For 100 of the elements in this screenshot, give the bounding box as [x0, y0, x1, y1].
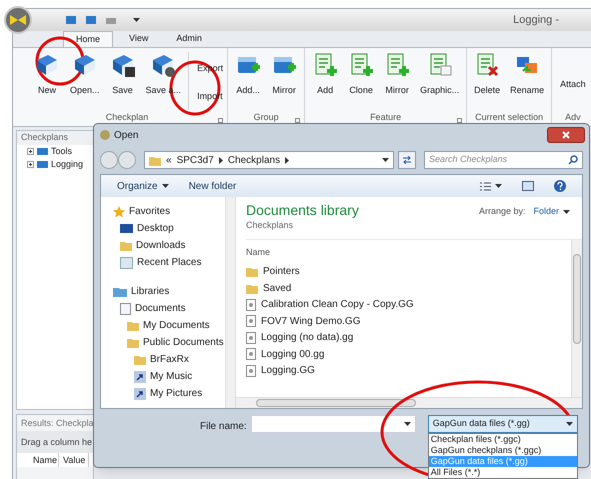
file-list-item[interactable]: Logging.GG [246, 362, 571, 379]
column-header[interactable]: Name [246, 240, 571, 264]
search-icon [568, 155, 578, 165]
column-header[interactable]: Value [59, 453, 89, 467]
file-list-item[interactable]: FOV7 Wing Demo.GG [246, 313, 571, 330]
breadcrumb-overflow[interactable]: « [166, 152, 172, 168]
help-icon[interactable] [554, 180, 566, 192]
dropdown-option[interactable]: Checkplan files (*.ggc) [428, 434, 577, 445]
document-icon [120, 302, 131, 314]
nav-item[interactable]: Desktop [101, 220, 225, 237]
folder-icon [127, 320, 139, 331]
file-icon [246, 332, 256, 344]
ribbon-button[interactable]: Mirror [268, 52, 300, 110]
dialog-title: Open [114, 128, 138, 142]
file-icon [246, 364, 256, 377]
shortcut-icon [134, 370, 146, 382]
file-icon [246, 315, 256, 328]
ribbon-button[interactable]: Rename [507, 52, 548, 110]
ribbon-button[interactable]: Graphic... [417, 52, 462, 110]
toolbar-button[interactable]: Organize [117, 178, 169, 194]
nav-item[interactable]: Documents [101, 300, 225, 317]
nav-item[interactable]: Favorites [101, 203, 225, 220]
toolbar-button[interactable]: New folder [188, 178, 236, 194]
file-name-label: File name: [200, 420, 247, 434]
view-options-button[interactable] [480, 182, 502, 190]
ribbon-tab[interactable]: Admin [164, 31, 214, 47]
panel-title: Checkplans [17, 131, 93, 145]
horizontal-scrollbar[interactable] [236, 397, 582, 408]
library-subtitle: Checkplans [246, 219, 294, 232]
tree-item[interactable]: Tools [51, 144, 72, 158]
ribbon-button[interactable]: Save [106, 52, 139, 110]
ribbon-button[interactable]: Delete [471, 52, 504, 110]
search-input[interactable]: Search Checkplans [429, 153, 568, 167]
folder-icon [246, 266, 258, 278]
monitor-icon [120, 223, 133, 234]
scrollbar[interactable] [571, 240, 582, 397]
dropdown-option[interactable]: GapGun checkplans (*.ggc) [428, 445, 577, 456]
dropdown-caret-icon [563, 210, 570, 214]
file-list-item[interactable]: Pointers [246, 264, 571, 280]
ribbon-button[interactable]: Add [309, 52, 342, 110]
details-view-icon [480, 182, 491, 190]
file-list-item[interactable]: Saved [246, 280, 571, 296]
dropdown-caret-icon[interactable] [133, 18, 140, 22]
ribbon-button[interactable]: New [31, 52, 63, 110]
nav-item[interactable]: Downloads [101, 237, 225, 254]
nav-item[interactable]: My Pictures [101, 385, 225, 402]
close-button[interactable] [547, 127, 585, 143]
ribbon-button[interactable]: Open... [67, 52, 103, 110]
scrollbar[interactable] [225, 197, 235, 408]
ribbon-button[interactable]: Mirror [381, 52, 414, 110]
expand-icon[interactable] [27, 148, 34, 155]
nav-item[interactable]: Public Documents [101, 334, 225, 351]
panel-title: Results: Checkpla [20, 417, 93, 430]
ribbon-tab[interactable]: View [117, 31, 160, 47]
nav-item[interactable]: Recent Places [101, 254, 225, 271]
ribbon-tab[interactable]: Home [63, 31, 114, 47]
nav-item[interactable]: My Documents [101, 317, 225, 334]
file-type-dropdown[interactable]: GapGun data files (*.gg) [428, 415, 578, 433]
group-label: Adv [565, 111, 581, 124]
tree-item[interactable]: Logging [51, 158, 84, 172]
file-icon [246, 348, 256, 360]
nav-item[interactable]: Libraries [101, 283, 225, 300]
dropdown-caret-icon [495, 184, 502, 188]
dialog-app-icon [100, 130, 110, 140]
arrange-dropdown[interactable]: Folder [533, 205, 570, 218]
dropdown-caret-icon [404, 422, 411, 426]
folder-icon [134, 354, 146, 365]
group-hint: Drag a column he [17, 431, 93, 453]
bowtie-icon [10, 15, 26, 25]
group-label: Current selection [475, 111, 544, 124]
nav-item[interactable]: My Music [101, 368, 225, 385]
chevron-right-icon[interactable] [218, 156, 223, 164]
download-folder-icon [120, 240, 132, 251]
dropdown-caret-icon [162, 184, 169, 188]
expand-icon[interactable] [27, 161, 34, 168]
group-label: Group [254, 111, 279, 124]
group-label: Feature [370, 111, 402, 124]
ribbon-button[interactable]: Attach [556, 78, 590, 92]
dropdown-option[interactable]: All Files (*.*) [428, 467, 577, 478]
refresh-button[interactable] [398, 151, 416, 169]
ribbon-button[interactable]: Clone [345, 52, 378, 110]
file-list-item[interactable]: Logging 00.gg [246, 346, 571, 362]
file-list-item[interactable]: Logging (no data).gg [246, 330, 571, 346]
chevron-right-icon[interactable] [285, 156, 290, 164]
file-name-field[interactable] [250, 415, 416, 433]
file-icon [246, 298, 256, 311]
file-list-item[interactable]: Calibration Clean Copy - Copy.GG [246, 296, 571, 313]
library-title: Documents library [246, 201, 359, 219]
preview-pane-icon[interactable] [522, 181, 534, 191]
orb-button[interactable] [4, 6, 32, 34]
dropdown-caret-icon[interactable] [382, 158, 389, 162]
library-icon [113, 286, 127, 297]
breadcrumb-item[interactable]: Checkplans [228, 152, 280, 168]
arrange-label: Arrange by: [478, 205, 526, 218]
breadcrumb-item[interactable]: SPC3d7 [176, 152, 214, 168]
search-field[interactable]: Search Checkplans [424, 151, 583, 169]
nav-item[interactable]: BrFaxRx [101, 351, 225, 368]
column-header[interactable]: Name [29, 453, 59, 467]
ribbon-button[interactable]: Add... [232, 52, 264, 110]
address-bar[interactable]: « SPC3d7 Checkplans [144, 151, 394, 169]
